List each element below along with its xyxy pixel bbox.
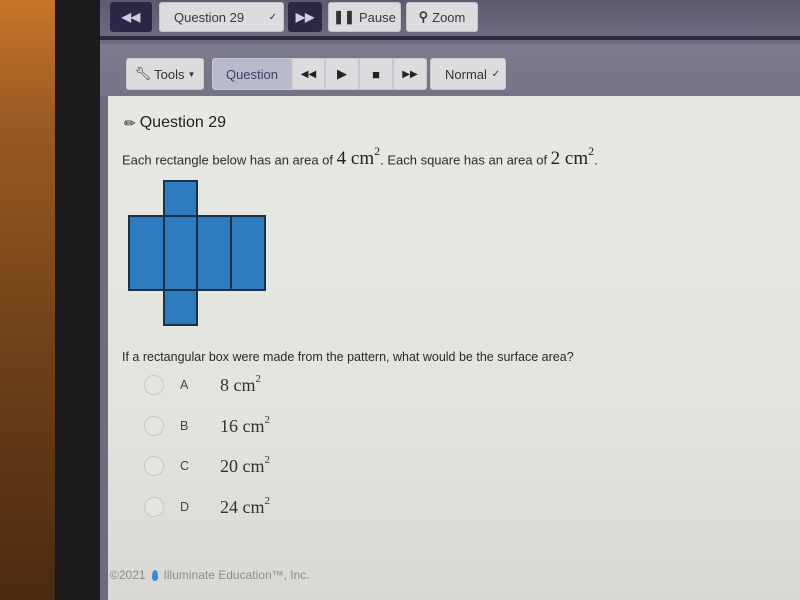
zoom-button[interactable]: ⚲ Zoom [406, 2, 478, 32]
square-area-value: 2 cm2 [550, 144, 595, 170]
choice-value: 24 cm2 [220, 494, 270, 517]
net-square-top [163, 180, 198, 217]
choice-letter: A [180, 378, 189, 392]
screen: ◀◀ Question 29 ✓ ▶▶ ❚❚ Pause ⚲ Zoom 🔧︎ T… [100, 0, 800, 600]
double-chevron-left-icon: ◀◀ [121, 10, 141, 24]
choice-b[interactable]: B 16 cm2 [144, 413, 344, 439]
question-text: Each rectangle below has an area of 4 cm… [122, 144, 598, 170]
play-icon: ▶ [337, 66, 347, 81]
rect-area-value: 4 cm2 [336, 144, 381, 170]
radio-button[interactable] [144, 497, 164, 517]
radio-button[interactable] [144, 375, 164, 395]
choice-letter: B [180, 419, 189, 433]
pause-label: Pause [358, 9, 396, 25]
rewind-icon: ◀◀ [300, 68, 317, 80]
question-heading: ✏︎ Question 29 [124, 114, 226, 132]
net-rectangle [128, 215, 165, 291]
question-text-part: Each rectangle below has an area of [122, 152, 337, 168]
net-rectangle [163, 215, 198, 291]
choice-a[interactable]: A 8 cm2 [144, 372, 344, 398]
question-tab-label: Question [225, 66, 279, 82]
question-select[interactable]: Question 29 ✓ [159, 2, 284, 32]
magnifier-icon: ⚲ [418, 9, 429, 24]
next-question-button[interactable]: ▶▶ [288, 2, 322, 32]
previous-question-button[interactable]: ◀◀ [110, 2, 152, 32]
question-text-part: . [594, 152, 598, 168]
company-name: Illuminate Education™, Inc. [163, 568, 310, 582]
illuminate-logo-icon [151, 569, 158, 581]
question-panel: ✏︎ Question 29 Each rectangle below has … [108, 96, 800, 600]
speed-select[interactable]: Normal ✓ [430, 58, 506, 90]
stop-button[interactable]: ■ [359, 58, 393, 90]
top-navigation-bar: ◀◀ Question 29 ✓ ▶▶ ❚❚ Pause ⚲ Zoom [100, 0, 800, 40]
copyright-text: ©2021 [110, 568, 146, 582]
stop-icon: ■ [372, 66, 380, 82]
speed-select-value: Normal [445, 66, 487, 82]
box-net-figure [128, 180, 268, 326]
pause-button[interactable]: ❚❚ Pause [328, 2, 401, 32]
monitor-bezel [55, 0, 103, 600]
play-button[interactable]: ▶ [325, 58, 359, 90]
net-rectangle [196, 215, 232, 291]
wrench-icon: 🔧︎ [134, 66, 152, 81]
fast-forward-icon: ▶▶ [402, 68, 418, 80]
fast-forward-button[interactable]: ▶▶ [393, 58, 427, 90]
tools-label: Tools [154, 66, 185, 82]
choice-letter: C [180, 459, 190, 473]
radio-button[interactable] [144, 456, 164, 476]
radio-button[interactable] [144, 416, 164, 436]
tools-button[interactable]: 🔧︎ Tools ▼ [126, 58, 204, 90]
background-wall [0, 0, 58, 600]
double-chevron-right-icon: ▶▶ [295, 10, 315, 24]
rewind-button[interactable]: ◀◀ [292, 58, 325, 90]
chevron-down-icon: ✓ [268, 11, 277, 23]
caret-down-icon: ▼ [187, 69, 196, 79]
choice-value: 16 cm2 [220, 413, 270, 436]
chevron-down-icon: ✓ [491, 68, 500, 80]
pause-icon: ❚❚ [333, 9, 355, 24]
net-rectangle [230, 215, 266, 291]
footer: ©2021 Illuminate Education™, Inc. [110, 568, 310, 582]
question-prompt: If a rectangular box were made from the … [122, 350, 574, 364]
net-square-bottom [163, 289, 198, 326]
question-tab[interactable]: Question [212, 58, 292, 90]
choice-d[interactable]: D 24 cm2 [144, 494, 344, 520]
question-text-part: . Each square has an area of [380, 152, 551, 168]
zoom-label: Zoom [432, 9, 466, 25]
choice-letter: D [180, 500, 190, 514]
choice-value: 20 cm2 [220, 453, 270, 476]
question-title: Question 29 [139, 114, 227, 131]
question-select-value: Question 29 [174, 9, 245, 25]
pencil-icon: ✏︎ [124, 114, 136, 131]
choice-c[interactable]: C 20 cm2 [144, 453, 344, 479]
question-toolbar: 🔧︎ Tools ▼ Question ◀◀ ▶ ■ ▶▶ Normal ✓ [100, 44, 800, 96]
choice-value: 8 cm2 [220, 372, 261, 395]
